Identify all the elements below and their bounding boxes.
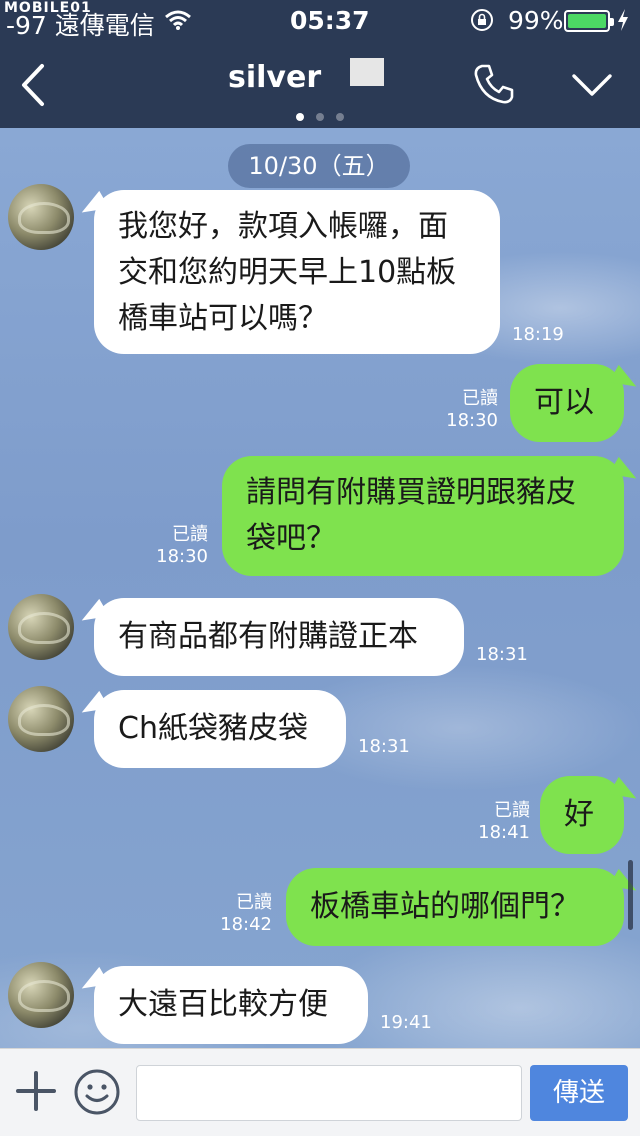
sender-avatar[interactable]	[8, 962, 74, 1028]
outgoing-message[interactable]: 板橋車站的哪個門？	[286, 868, 624, 946]
scrollbar[interactable]	[628, 860, 633, 930]
battery-icon	[564, 10, 614, 32]
emoji-icon[interactable]	[72, 1067, 122, 1117]
read-receipt: 已讀	[172, 524, 208, 545]
wifi-icon	[164, 8, 192, 37]
page-indicator	[296, 106, 356, 125]
incoming-message[interactable]: 有商品都有附購證正本	[94, 598, 464, 676]
incoming-message[interactable]: 大遠百比較方便	[94, 966, 368, 1044]
message-input-bar: 傳送	[0, 1048, 640, 1136]
outgoing-message[interactable]: 好	[540, 776, 624, 854]
read-receipt: 已讀	[462, 388, 498, 409]
incoming-message[interactable]: Ch紙袋豬皮袋	[94, 690, 346, 768]
contact-name[interactable]: silver	[228, 60, 321, 95]
page-dot	[296, 113, 304, 121]
status-bar: MOBILE01 -97 遠傳電信 05:37 99%	[0, 0, 640, 40]
battery-fill	[568, 14, 606, 28]
incoming-message[interactable]: 我您好，款項入帳囉，面 交和您約明天早上10點板 橋車站可以嗎？	[94, 190, 500, 354]
page-dot	[336, 113, 344, 121]
message-time: 18:19	[512, 324, 564, 345]
clock-time: 05:37	[290, 6, 370, 35]
message-time: 18:42	[220, 914, 272, 935]
message-time: 18:31	[476, 644, 528, 665]
battery-percent: 99%	[508, 6, 564, 35]
page-dot	[316, 113, 324, 121]
read-receipt: 已讀	[236, 892, 272, 913]
sender-avatar[interactable]	[8, 594, 74, 660]
message-time: 18:31	[358, 736, 410, 757]
send-button[interactable]: 傳送	[530, 1065, 628, 1121]
message-time: 18:30	[446, 410, 498, 431]
read-receipt: 已讀	[494, 800, 530, 821]
sender-avatar[interactable]	[8, 184, 74, 250]
sender-avatar[interactable]	[8, 686, 74, 752]
date-separator: 10/30（五）	[228, 144, 410, 188]
message-input[interactable]	[136, 1065, 522, 1121]
outgoing-message[interactable]: 可以	[510, 364, 624, 442]
back-chevron-icon[interactable]	[16, 62, 52, 108]
message-time: 18:30	[156, 546, 208, 567]
rotation-lock-icon	[470, 8, 494, 38]
chevron-down-icon[interactable]	[570, 70, 614, 100]
message-time: 18:41	[478, 822, 530, 843]
plus-icon[interactable]	[16, 1071, 56, 1111]
chat-header: silver	[0, 40, 640, 128]
redacted-block	[350, 58, 384, 86]
charging-bolt-icon	[616, 8, 630, 38]
outgoing-message[interactable]: 請問有附購買證明跟豬皮 袋吧？	[222, 456, 624, 576]
carrier-name: -97 遠傳電信	[6, 11, 155, 40]
phone-call-icon[interactable]	[472, 62, 516, 106]
message-time: 19:41	[380, 1012, 432, 1033]
